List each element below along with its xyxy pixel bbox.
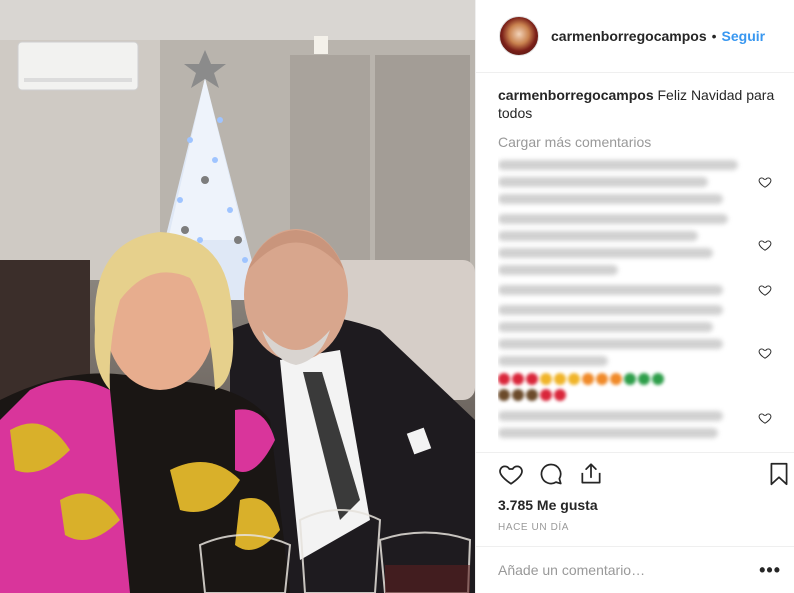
heart-icon[interactable] [758,175,772,189]
list-item [498,283,778,297]
post-actions [498,461,794,489]
blurred-text [498,339,723,349]
post-photo[interactable] [0,0,475,593]
blurred-emojis [498,373,744,385]
blurred-text [498,411,723,421]
comments-list[interactable]: carmenborregocampos Feliz Navidad para t… [498,86,778,452]
blurred-text [498,248,713,258]
comment-input[interactable] [498,562,760,578]
blurred-text [498,214,728,224]
follow-button[interactable]: Seguir [722,28,766,44]
post-header: carmenborregocampos • Seguir [476,0,794,73]
blurred-text [498,265,618,275]
list-item [498,160,778,204]
caption-username[interactable]: carmenborregocampos [498,87,654,103]
list-item [498,214,778,275]
blurred-text [498,428,718,438]
blurred-emojis [498,389,744,401]
add-comment-bar: ••• [476,546,794,593]
header-username[interactable]: carmenborregocampos [551,28,707,44]
blurred-text [498,305,723,315]
photo-illustration [0,0,475,593]
list-item [498,411,778,438]
blurred-text [498,356,608,366]
load-more-comments-button[interactable]: Cargar más comentarios [498,134,778,150]
list-item [498,305,778,401]
heart-icon[interactable] [758,411,772,425]
blurred-text [498,231,698,241]
blurred-text [498,177,708,187]
blurred-text [498,285,723,295]
share-icon[interactable] [578,461,604,487]
blurred-text [498,322,713,332]
avatar[interactable] [499,16,539,56]
caption: carmenborregocampos Feliz Navidad para t… [498,86,778,122]
heart-icon[interactable] [758,238,772,252]
heart-icon[interactable] [498,461,524,487]
blurred-text [498,160,738,170]
bookmark-icon[interactable] [766,461,792,487]
divider [476,452,794,453]
separator-dot: • [711,28,717,44]
heart-icon[interactable] [758,346,772,360]
post-timestamp[interactable]: HACE UN DÍA [498,522,569,533]
likes-count[interactable]: 3.785 Me gusta [498,497,598,513]
comment-icon[interactable] [538,461,564,487]
more-options-icon[interactable]: ••• [759,560,781,581]
post-details-panel: carmenborregocampos • Seguir carmenborre… [475,0,794,593]
heart-icon[interactable] [758,283,772,297]
blurred-text [498,194,723,204]
